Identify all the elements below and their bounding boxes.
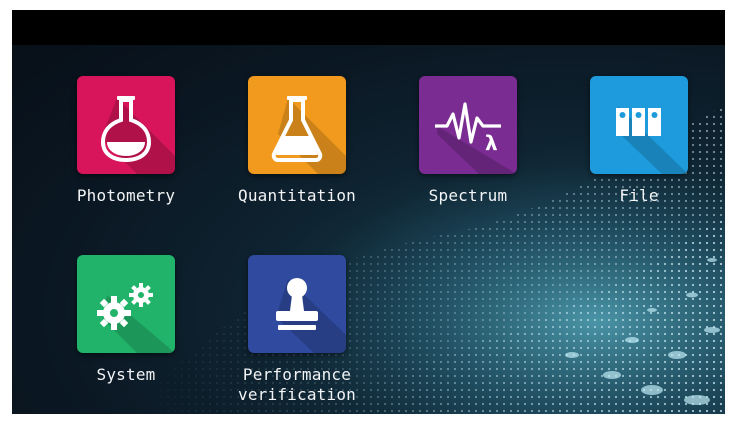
system-tile[interactable] (77, 255, 175, 353)
stamp-icon (276, 278, 346, 353)
quantitation-tile[interactable] (248, 76, 346, 174)
photometry-app[interactable]: Photometry (46, 76, 206, 206)
spectrum-tile[interactable]: λ (419, 76, 517, 174)
photometry-tile[interactable] (77, 76, 175, 174)
performance-verification-label-line2: verification (238, 385, 356, 404)
quantitation-app[interactable]: Quantitation (217, 76, 377, 206)
system-app[interactable]: System (46, 255, 206, 385)
quantitation-label: Quantitation (238, 186, 356, 205)
file-app[interactable]: File (559, 76, 719, 206)
spectrum-label: Spectrum (428, 186, 508, 205)
svg-text:λ: λ (485, 131, 498, 155)
binders-icon (616, 106, 688, 174)
photometry-label: Photometry (76, 186, 176, 205)
spectrum-app[interactable]: λ Spectrum (388, 76, 548, 206)
beaker-icon (271, 96, 346, 174)
performance-verification-label-line1: Performance (242, 365, 352, 384)
gears-icon (97, 283, 175, 353)
spectrum-wave-icon: λ (435, 102, 517, 174)
performance-verification-tile[interactable] (248, 255, 346, 353)
file-tile[interactable] (590, 76, 688, 174)
performance-verification-app[interactable]: Performance verification (217, 255, 377, 405)
system-label: System (96, 365, 156, 384)
app-screen: Photometry Quantitation λ Spectrum File … (12, 10, 725, 414)
top-status-bar (12, 10, 725, 45)
file-label: File (619, 186, 659, 205)
flask-icon (100, 96, 175, 174)
